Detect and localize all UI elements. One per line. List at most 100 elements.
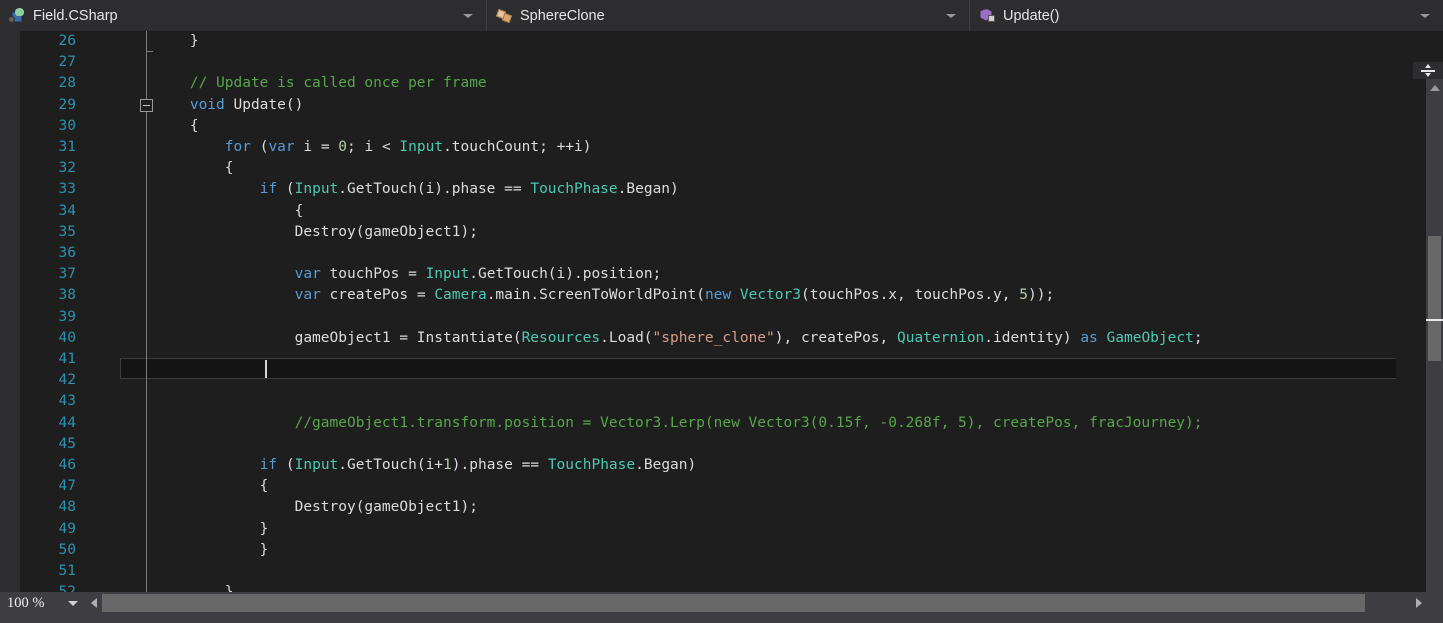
- chevron-up-icon[interactable]: [1426, 79, 1443, 96]
- type-dropdown[interactable]: SphereClone: [487, 0, 970, 31]
- code-line[interactable]: 27: [28, 52, 1396, 73]
- code-line[interactable]: 40 gameObject1 = Instantiate(Resources.L…: [28, 328, 1396, 349]
- line-text[interactable]: var touchPos = Input.GetTouch(i).positio…: [120, 264, 662, 285]
- caret-position-marker: [1426, 319, 1443, 321]
- line-text[interactable]: // Update is called once per frame: [120, 73, 487, 94]
- code-line[interactable]: 31 for (var i = 0; i < Input.touchCount;…: [28, 137, 1396, 158]
- line-text[interactable]: {: [120, 476, 269, 497]
- line-number: 39: [58, 308, 76, 325]
- code-line[interactable]: 50 }: [28, 540, 1396, 561]
- code-token: // Update is called once per frame: [120, 75, 487, 92]
- code-token: Destroy(gameObject1);: [120, 223, 478, 240]
- line-text[interactable]: if (Input.GetTouch(i).phase == TouchPhas…: [120, 179, 679, 200]
- line-number: 35: [58, 223, 76, 240]
- code-token: .GetTouch(i).phase ==: [338, 181, 531, 198]
- code-token: (: [277, 181, 295, 198]
- code-line[interactable]: 51: [28, 561, 1396, 582]
- code-token: ;: [1193, 329, 1203, 346]
- code-token: Quaternion: [896, 329, 985, 346]
- line-text[interactable]: Destroy(gameObject1);: [120, 497, 478, 518]
- chevron-down-icon[interactable]: [942, 13, 960, 18]
- code-editor[interactable]: 26 } 27 28 // Update is called once per fr…: [0, 31, 1443, 592]
- code-line[interactable]: 39: [28, 307, 1396, 328]
- code-token: {: [120, 478, 269, 495]
- code-token: {: [120, 117, 199, 134]
- code-line[interactable]: 41: [28, 349, 1396, 370]
- code-token: GameObject: [1106, 329, 1194, 346]
- code-token: Input: [425, 266, 470, 283]
- chevron-right-icon[interactable]: [1410, 592, 1427, 614]
- line-text[interactable]: {: [120, 158, 234, 179]
- line-text[interactable]: {: [120, 116, 199, 137]
- code-line[interactable]: 48 Destroy(gameObject1);: [28, 497, 1396, 518]
- code-surface[interactable]: 26 } 27 28 // Update is called once per fr…: [28, 31, 1415, 592]
- line-text[interactable]: Destroy(gameObject1);: [120, 222, 478, 243]
- line-number: 34: [58, 202, 76, 219]
- code-token: ).phase ==: [451, 457, 548, 473]
- code-token: Input: [294, 181, 339, 198]
- code-line[interactable]: 29 void Update(): [28, 95, 1396, 116]
- project-dropdown-label: Field.CSharp: [33, 7, 118, 24]
- code-token: new: [704, 287, 732, 304]
- code-token: touchPos =: [320, 266, 426, 283]
- vertical-scrollbar[interactable]: [1396, 62, 1443, 592]
- code-line[interactable]: 30 {: [28, 116, 1396, 137]
- code-line[interactable]: 46 if (Input.GetTouch(i+1).phase == Touc…: [28, 455, 1396, 476]
- code-line[interactable]: 34 {: [28, 201, 1396, 222]
- line-text[interactable]: void Update(): [120, 95, 304, 116]
- horizontal-scroll-thumb[interactable]: [102, 594, 1365, 612]
- zoom-level-dropdown[interactable]: 100 %: [0, 592, 84, 614]
- indicator-margin[interactable]: [0, 31, 20, 592]
- code-line[interactable]: 32 {: [28, 158, 1396, 179]
- code-line[interactable]: 49 }: [28, 519, 1396, 540]
- code-token: "sphere_clone": [652, 329, 775, 346]
- vertical-scroll-thumb[interactable]: [1428, 236, 1441, 361]
- member-dropdown[interactable]: Update(): [970, 0, 1443, 31]
- chevron-left-icon[interactable]: [85, 592, 102, 614]
- split-view-icon[interactable]: [1413, 62, 1443, 79]
- line-text[interactable]: var createPos = Camera.main.ScreenToWorl…: [120, 285, 1055, 306]
- code-line[interactable]: 26 }: [28, 31, 1396, 52]
- code-line[interactable]: 42: [28, 370, 1396, 391]
- code-line[interactable]: 35 Destroy(gameObject1);: [28, 222, 1396, 243]
- code-line[interactable]: 52 }: [28, 582, 1396, 592]
- code-token: Destroy(gameObject1);: [120, 499, 478, 516]
- line-text[interactable]: if (Input.GetTouch(i+1).phase == TouchPh…: [120, 455, 697, 476]
- project-dropdown[interactable]: Field.CSharp: [0, 0, 487, 31]
- code-line[interactable]: 38 var createPos = Camera.main.ScreenToW…: [28, 285, 1396, 306]
- code-token: ; i <: [347, 139, 400, 155]
- line-text[interactable]: }: [120, 582, 234, 592]
- chevron-down-icon[interactable]: [1416, 13, 1434, 18]
- code-token: i =: [294, 139, 339, 155]
- line-text[interactable]: for (var i = 0; i < Input.touchCount; ++…: [120, 137, 592, 158]
- navigation-bar: Field.CSharp SphereClone Update(): [0, 0, 1443, 31]
- code-token: {: [120, 202, 304, 219]
- line-text[interactable]: }: [120, 540, 269, 561]
- code-token: .Began): [635, 457, 697, 473]
- code-token: 0: [338, 139, 348, 155]
- line-text[interactable]: gameObject1 = Instantiate(Resources.Load…: [120, 328, 1203, 349]
- code-line[interactable]: 28 // Update is called once per frame: [28, 73, 1396, 94]
- code-token: 1: [443, 457, 452, 473]
- code-token: .Began): [617, 181, 679, 198]
- code-token: .GetTouch(i).position;: [469, 266, 662, 283]
- code-line[interactable]: 44 //gameObject1.transform.position = Ve…: [28, 413, 1396, 434]
- line-text[interactable]: }: [120, 519, 269, 540]
- code-line[interactable]: 33 if (Input.GetTouch(i).phase == TouchP…: [28, 179, 1396, 200]
- code-token: //gameObject1.transform.position = Vecto…: [120, 414, 1203, 431]
- chevron-down-icon[interactable]: [62, 600, 84, 606]
- chevron-down-icon[interactable]: [459, 13, 477, 18]
- code-line[interactable]: 43: [28, 391, 1396, 412]
- editor-status-bar: 100 %: [0, 592, 1443, 623]
- line-text[interactable]: }: [120, 31, 199, 52]
- code-line[interactable]: 37 var touchPos = Input.GetTouch(i).posi…: [28, 264, 1396, 285]
- csharp-class-icon: [8, 7, 26, 25]
- code-token: }: [120, 584, 234, 592]
- line-text[interactable]: {: [120, 201, 304, 222]
- line-text[interactable]: //gameObject1.transform.position = Vecto…: [120, 413, 1203, 434]
- code-line[interactable]: 36: [28, 243, 1396, 264]
- code-line[interactable]: 47 {: [28, 476, 1396, 497]
- code-line[interactable]: 45: [28, 434, 1396, 455]
